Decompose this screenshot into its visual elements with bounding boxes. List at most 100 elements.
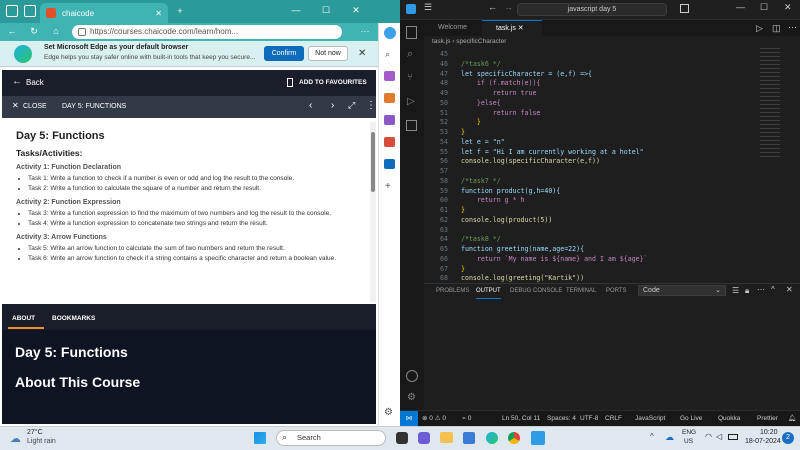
prev-lesson-icon[interactable]: ‹ bbox=[309, 100, 312, 111]
not-now-button[interactable]: Not now bbox=[308, 46, 348, 61]
tab-bookmarks[interactable]: BOOKMARKS bbox=[52, 315, 95, 322]
remote-icon[interactable]: ⋈ bbox=[400, 411, 418, 427]
minimize-icon[interactable]: — bbox=[290, 4, 302, 16]
confirm-button[interactable]: Confirm bbox=[264, 46, 304, 61]
weather-text[interactable]: Light rain bbox=[27, 438, 56, 445]
back-arrow-icon[interactable]: ← bbox=[6, 25, 18, 37]
close-window-icon[interactable]: ✕ bbox=[784, 2, 792, 13]
home-icon[interactable]: ⌂ bbox=[50, 25, 62, 37]
more-actions-icon[interactable]: ⋯ bbox=[788, 22, 797, 33]
edge-taskbar-icon[interactable] bbox=[486, 432, 498, 444]
battery-icon[interactable] bbox=[728, 434, 738, 440]
split-editor-icon[interactable]: ◫ bbox=[772, 23, 781, 34]
volume-icon[interactable]: ◁ bbox=[716, 432, 722, 441]
panel-tab-terminal[interactable]: TERMINAL bbox=[566, 284, 596, 298]
add-to-favourites-button[interactable]: ADD TO FAVOURITES bbox=[299, 79, 367, 86]
office-icon[interactable] bbox=[384, 137, 395, 147]
notifications-icon[interactable]: 🔔︎ bbox=[788, 411, 796, 427]
notification-badge[interactable]: 2 bbox=[782, 432, 794, 444]
weather-icon[interactable]: ☁ bbox=[10, 432, 21, 445]
widgets-icon[interactable] bbox=[418, 432, 430, 444]
store-icon[interactable] bbox=[463, 432, 475, 444]
run-debug-icon[interactable]: ▷ bbox=[407, 96, 415, 107]
clock-time[interactable]: 10:20 bbox=[760, 429, 778, 436]
maximize-icon[interactable]: ☐ bbox=[760, 2, 768, 13]
onedrive-icon[interactable]: ☁ bbox=[665, 432, 674, 443]
tray-chevron-icon[interactable]: ^ bbox=[650, 432, 654, 441]
filter-icon[interactable]: ☰ bbox=[732, 286, 739, 295]
maximize-icon[interactable]: ☐ bbox=[320, 4, 332, 16]
profile-icon[interactable] bbox=[6, 5, 18, 17]
banner-close-icon[interactable]: ✕ bbox=[358, 48, 366, 59]
new-tab-icon[interactable]: + bbox=[174, 5, 186, 17]
search-icon[interactable]: ⌕ bbox=[407, 48, 413, 61]
wifi-icon[interactable]: ◠ bbox=[705, 432, 712, 441]
close-panel-icon[interactable]: ✕ bbox=[786, 285, 793, 294]
clock-date[interactable]: 18-07-2024 bbox=[745, 438, 781, 445]
copilot-icon[interactable] bbox=[384, 27, 396, 39]
tools-icon[interactable] bbox=[384, 93, 395, 103]
errors-warnings[interactable]: ⊗ 0 ⚠ 0 bbox=[422, 411, 446, 427]
source-control-icon[interactable]: ⑂ bbox=[407, 72, 413, 83]
more-menu-icon[interactable]: ⋯ bbox=[358, 25, 372, 37]
search-icon[interactable]: ⌕ bbox=[385, 49, 390, 60]
settings-icon[interactable]: ⚙ bbox=[384, 407, 393, 418]
back-link[interactable]: Back bbox=[26, 78, 44, 87]
manage-gear-icon[interactable]: ⚙ bbox=[407, 392, 416, 403]
minimap[interactable] bbox=[758, 48, 800, 282]
panel-tab-output[interactable]: OUTPUT bbox=[476, 284, 501, 299]
shopping-icon[interactable] bbox=[384, 71, 395, 81]
refresh-icon[interactable]: ↻ bbox=[28, 25, 40, 37]
language-en[interactable]: ENG bbox=[682, 429, 696, 436]
go-live[interactable]: Go Live bbox=[680, 411, 702, 427]
account-icon[interactable] bbox=[406, 370, 418, 382]
close-tab-icon[interactable]: ✕ bbox=[155, 9, 162, 18]
layout-icon[interactable] bbox=[680, 4, 689, 13]
prettier[interactable]: Prettier bbox=[757, 411, 778, 427]
ports-status[interactable]: ⌁ 0 bbox=[462, 411, 471, 427]
close-window-icon[interactable]: ✕ bbox=[350, 4, 362, 16]
cursor-position[interactable]: Ln 50, Col 11 bbox=[502, 411, 540, 427]
breadcrumb-file[interactable]: task.js bbox=[432, 38, 450, 45]
panel-tab-ports[interactable]: PORTS bbox=[606, 284, 627, 298]
maximize-panel-icon[interactable]: ^ bbox=[771, 285, 775, 294]
output-channel-select[interactable]: Code ⌄ bbox=[638, 285, 726, 296]
command-center-search[interactable]: javascript day 5 bbox=[517, 3, 667, 16]
temperature[interactable]: 27°C bbox=[27, 429, 43, 436]
indentation[interactable]: Spaces: 4 bbox=[547, 411, 576, 427]
nav-forward-icon[interactable]: → bbox=[504, 2, 513, 12]
extensions-icon[interactable] bbox=[406, 120, 417, 131]
back-arrow-icon[interactable]: ← bbox=[12, 76, 22, 87]
line-ending[interactable]: CRLF bbox=[605, 411, 622, 427]
language-mode[interactable]: JavaScript bbox=[635, 411, 665, 427]
run-file-icon[interactable]: ▷ bbox=[756, 23, 763, 34]
minimize-icon[interactable]: — bbox=[736, 2, 745, 12]
expand-icon[interactable]: ⤢ bbox=[348, 100, 355, 111]
url-input[interactable]: https://courses.chaicode.com/learn/hom..… bbox=[72, 25, 342, 39]
code-editor[interactable]: 45 46 /*task6 */ 47 let specificCharacter = … bbox=[424, 48, 754, 282]
tab-actions-icon[interactable] bbox=[24, 5, 36, 17]
encoding[interactable]: UTF-8 bbox=[580, 411, 598, 427]
kebab-menu-icon[interactable]: ⋮ bbox=[366, 100, 376, 111]
close-icon[interactable]: ✕ bbox=[12, 101, 19, 110]
taskview-icon[interactable] bbox=[396, 432, 408, 444]
menu-icon[interactable]: ☰ bbox=[424, 2, 432, 13]
lock-scroll-icon[interactable]: 🔒︎ bbox=[745, 286, 749, 296]
tab-about[interactable]: ABOUT bbox=[12, 315, 35, 322]
panel-tab-problems[interactable]: PROBLEMS bbox=[436, 284, 469, 298]
chrome-icon[interactable] bbox=[508, 432, 520, 444]
scrollbar-thumb[interactable] bbox=[371, 132, 375, 192]
more-panel-icon[interactable]: ⋯ bbox=[757, 285, 765, 294]
tab-welcome[interactable]: Welcome bbox=[424, 20, 480, 36]
outlook-icon[interactable] bbox=[384, 159, 395, 169]
quokka[interactable]: Quokka bbox=[718, 411, 740, 427]
nav-back-icon[interactable]: ← bbox=[488, 2, 497, 12]
games-icon[interactable] bbox=[384, 115, 395, 125]
panel-tab-debug-console[interactable]: DEBUG CONSOLE bbox=[510, 284, 562, 298]
browser-tab[interactable]: chaicode ✕ bbox=[40, 3, 168, 23]
vscode-taskbar-icon[interactable] bbox=[531, 431, 545, 445]
explorer-icon[interactable] bbox=[406, 26, 417, 39]
start-icon[interactable] bbox=[254, 432, 266, 444]
language-us[interactable]: US bbox=[684, 438, 693, 445]
tab-task-js[interactable]: task.js ✕ bbox=[482, 20, 542, 36]
